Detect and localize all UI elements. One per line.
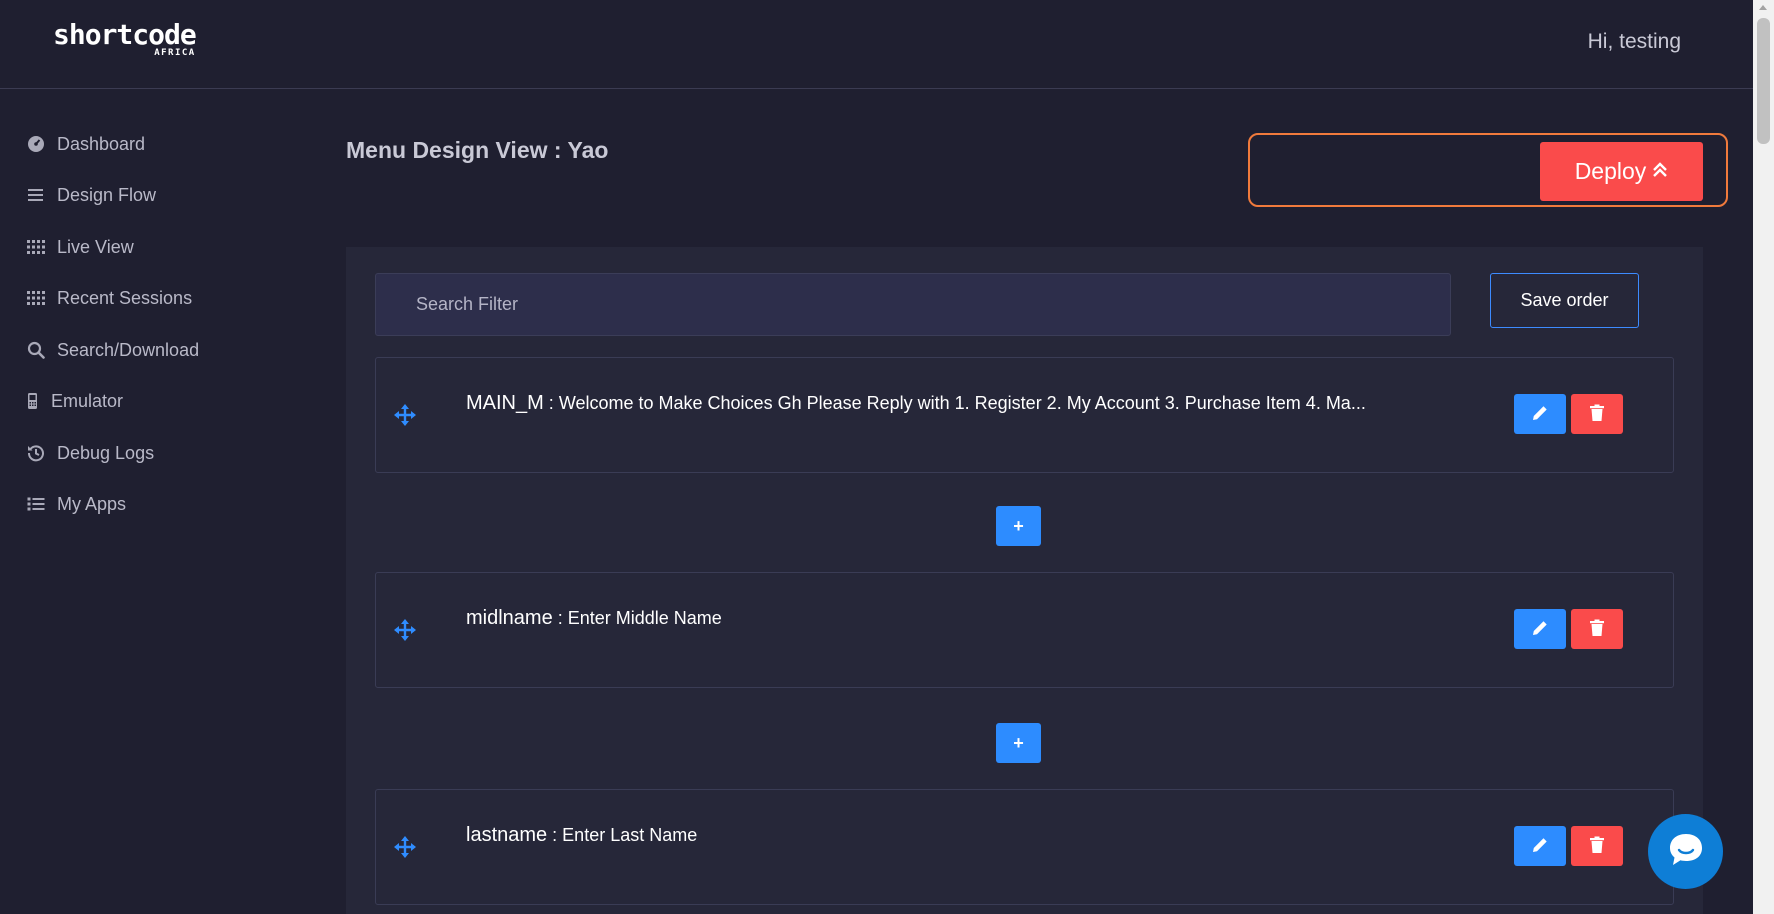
page-title: Menu Design View : Yao <box>346 137 609 163</box>
sidebar-item-label: Search/Download <box>57 339 200 360</box>
pencil-icon <box>1531 619 1549 640</box>
add-menu-button[interactable]: + <box>996 506 1041 546</box>
menu-key: MAIN_M <box>466 392 544 414</box>
menu-design-panel: Save order MAIN_M : Welcome to Make Choi… <box>346 247 1703 914</box>
dashboard-icon <box>27 135 45 153</box>
trash-icon <box>1589 836 1605 857</box>
history-icon <box>27 444 45 462</box>
scroll-up-icon[interactable] <box>1759 5 1767 10</box>
scrollbar-thumb[interactable] <box>1757 18 1770 144</box>
deploy-button[interactable]: Deploy <box>1540 142 1703 201</box>
delete-button[interactable] <box>1571 609 1623 649</box>
trash-icon <box>1589 404 1605 425</box>
top-bar: shortcode AFRICA Hi, testing <box>0 0 1753 89</box>
save-order-button[interactable]: Save order <box>1490 273 1639 328</box>
menu-key: lastname <box>466 824 548 846</box>
grid-icon <box>27 238 45 256</box>
menu-card[interactable]: MAIN_M : Welcome to Make Choices Gh Plea… <box>375 357 1674 473</box>
menu-text: Enter Last Name <box>562 825 698 845</box>
sidebar-item-search-download[interactable]: Search/Download <box>27 335 199 365</box>
sidebar-item-my-apps[interactable]: My Apps <box>27 489 126 519</box>
bars-icon <box>27 186 45 204</box>
menu-card[interactable]: midlname : Enter Middle Name <box>375 572 1674 688</box>
menu-text: Enter Middle Name <box>567 608 722 628</box>
edit-button[interactable] <box>1514 609 1566 649</box>
phone-icon <box>27 392 39 410</box>
menu-card-text: lastname : Enter Last Name <box>466 824 697 847</box>
sidebar-item-dashboard[interactable]: Dashboard <box>27 129 145 159</box>
menu-separator: : <box>547 825 563 845</box>
sidebar-item-recent-sessions[interactable]: Recent Sessions <box>27 283 192 313</box>
grid-icon <box>27 289 45 307</box>
deploy-label: Deploy <box>1574 158 1647 184</box>
sidebar-item-design-flow[interactable]: Design Flow <box>27 180 156 210</box>
sidebar-item-label: Live View <box>57 236 134 257</box>
add-menu-button[interactable]: + <box>996 723 1041 763</box>
edit-button[interactable] <box>1514 394 1566 434</box>
sidebar-item-label: Emulator <box>51 390 124 411</box>
search-icon <box>27 341 45 359</box>
logo-main-text: shortcode <box>53 18 197 51</box>
delete-button[interactable] <box>1571 394 1623 434</box>
pencil-icon <box>1531 404 1549 425</box>
move-icon[interactable] <box>394 836 416 858</box>
page-scrollbar[interactable] <box>1753 0 1774 914</box>
menu-card-text: midlname : Enter Middle Name <box>466 607 722 630</box>
list-icon <box>27 495 45 513</box>
chat-icon <box>1666 830 1706 873</box>
menu-key: midlname <box>466 607 553 629</box>
sidebar-item-label: Debug Logs <box>57 442 155 463</box>
chat-widget-button[interactable] <box>1648 814 1723 889</box>
delete-button[interactable] <box>1571 826 1623 866</box>
menu-text: Welcome to Make Choices Gh Please Reply … <box>558 393 1366 413</box>
sidebar-item-label: Recent Sessions <box>57 287 193 308</box>
move-icon[interactable] <box>394 404 416 426</box>
sidebar-item-label: My Apps <box>57 493 127 514</box>
menu-separator: : <box>552 608 568 628</box>
move-icon[interactable] <box>394 619 416 641</box>
search-filter-input[interactable] <box>375 273 1451 336</box>
sidebar-item-label: Dashboard <box>57 133 146 154</box>
chevron-double-up-icon <box>1652 158 1668 185</box>
sidebar-item-debug-logs[interactable]: Debug Logs <box>27 438 154 468</box>
trash-icon <box>1589 619 1605 640</box>
menu-separator: : <box>543 393 559 413</box>
menu-card-text: MAIN_M : Welcome to Make Choices Gh Plea… <box>466 392 1366 415</box>
edit-button[interactable] <box>1514 826 1566 866</box>
deploy-container: Deploy <box>1248 133 1728 207</box>
logo[interactable]: shortcode AFRICA <box>53 18 197 59</box>
sidebar-item-label: Design Flow <box>57 184 157 205</box>
sidebar-item-emulator[interactable]: Emulator <box>27 386 123 416</box>
menu-card[interactable]: lastname : Enter Last Name <box>375 789 1674 905</box>
pencil-icon <box>1531 836 1549 857</box>
user-greeting[interactable]: Hi, testing <box>1588 30 1681 54</box>
sidebar-item-live-view[interactable]: Live View <box>27 232 134 262</box>
